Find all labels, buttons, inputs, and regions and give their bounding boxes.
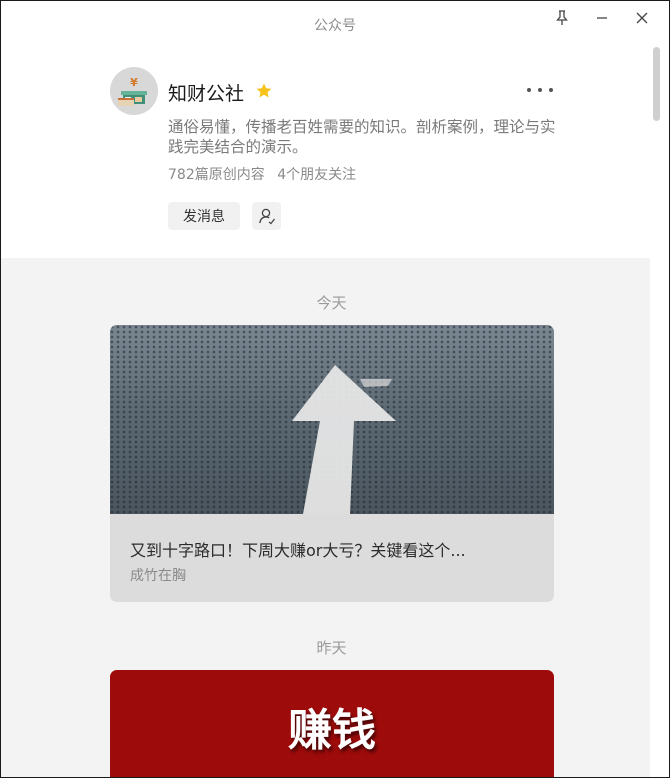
svg-text:¥: ¥ bbox=[130, 76, 138, 89]
article-cover-image bbox=[110, 325, 554, 514]
scrollbar[interactable] bbox=[650, 45, 662, 771]
pin-icon[interactable] bbox=[550, 7, 574, 29]
original-count: 782篇原创内容 bbox=[168, 167, 265, 183]
friends-following[interactable]: 4个朋友关注 bbox=[277, 167, 356, 183]
account-profile: ¥ 知财公社 通俗易懂，传播老百姓需要的知识。剖析案例，理论与实践完美结合的演示… bbox=[1, 45, 650, 258]
send-message-button[interactable]: 发消息 bbox=[168, 202, 240, 230]
account-avatar[interactable]: ¥ bbox=[110, 67, 158, 115]
article-card-yesterday[interactable]: 赚钱 bbox=[110, 670, 554, 777]
article-feed: 今天 又到十字路口！下周大赚or大亏？关键看这个... 成竹在胸 昨天 赚钱 bbox=[1, 258, 650, 777]
more-icon[interactable] bbox=[527, 83, 553, 97]
date-label-yesterday: 昨天 bbox=[316, 639, 347, 657]
scrollbar-thumb[interactable] bbox=[653, 47, 660, 121]
close-icon[interactable] bbox=[630, 7, 654, 29]
article-title: 又到十字路口！下周大赚or大亏？关键看这个... bbox=[130, 541, 466, 560]
account-description: 通俗易懂，传播老百姓需要的知识。剖析案例，理论与实践完美结合的演示。 bbox=[168, 118, 556, 156]
title-bar: 公众号 bbox=[1, 1, 669, 45]
minimize-icon[interactable] bbox=[590, 7, 614, 29]
official-account-window: 公众号 ¥ 知财公社 通俗易懂，传播老百姓需要的知识。剖析案例，理论与实践完美结… bbox=[0, 0, 670, 778]
cover-text: 赚钱 bbox=[288, 705, 376, 756]
date-label-today: 今天 bbox=[316, 294, 347, 312]
account-stats: 782篇原创内容 4个朋友关注 bbox=[168, 164, 356, 184]
article-author: 成竹在胸 bbox=[130, 568, 186, 584]
follow-user-icon[interactable] bbox=[252, 202, 281, 230]
article-card[interactable]: 又到十字路口！下周大赚or大亏？关键看这个... 成竹在胸 bbox=[110, 325, 554, 602]
star-icon bbox=[255, 82, 273, 100]
account-name: 知财公社 bbox=[168, 83, 245, 105]
